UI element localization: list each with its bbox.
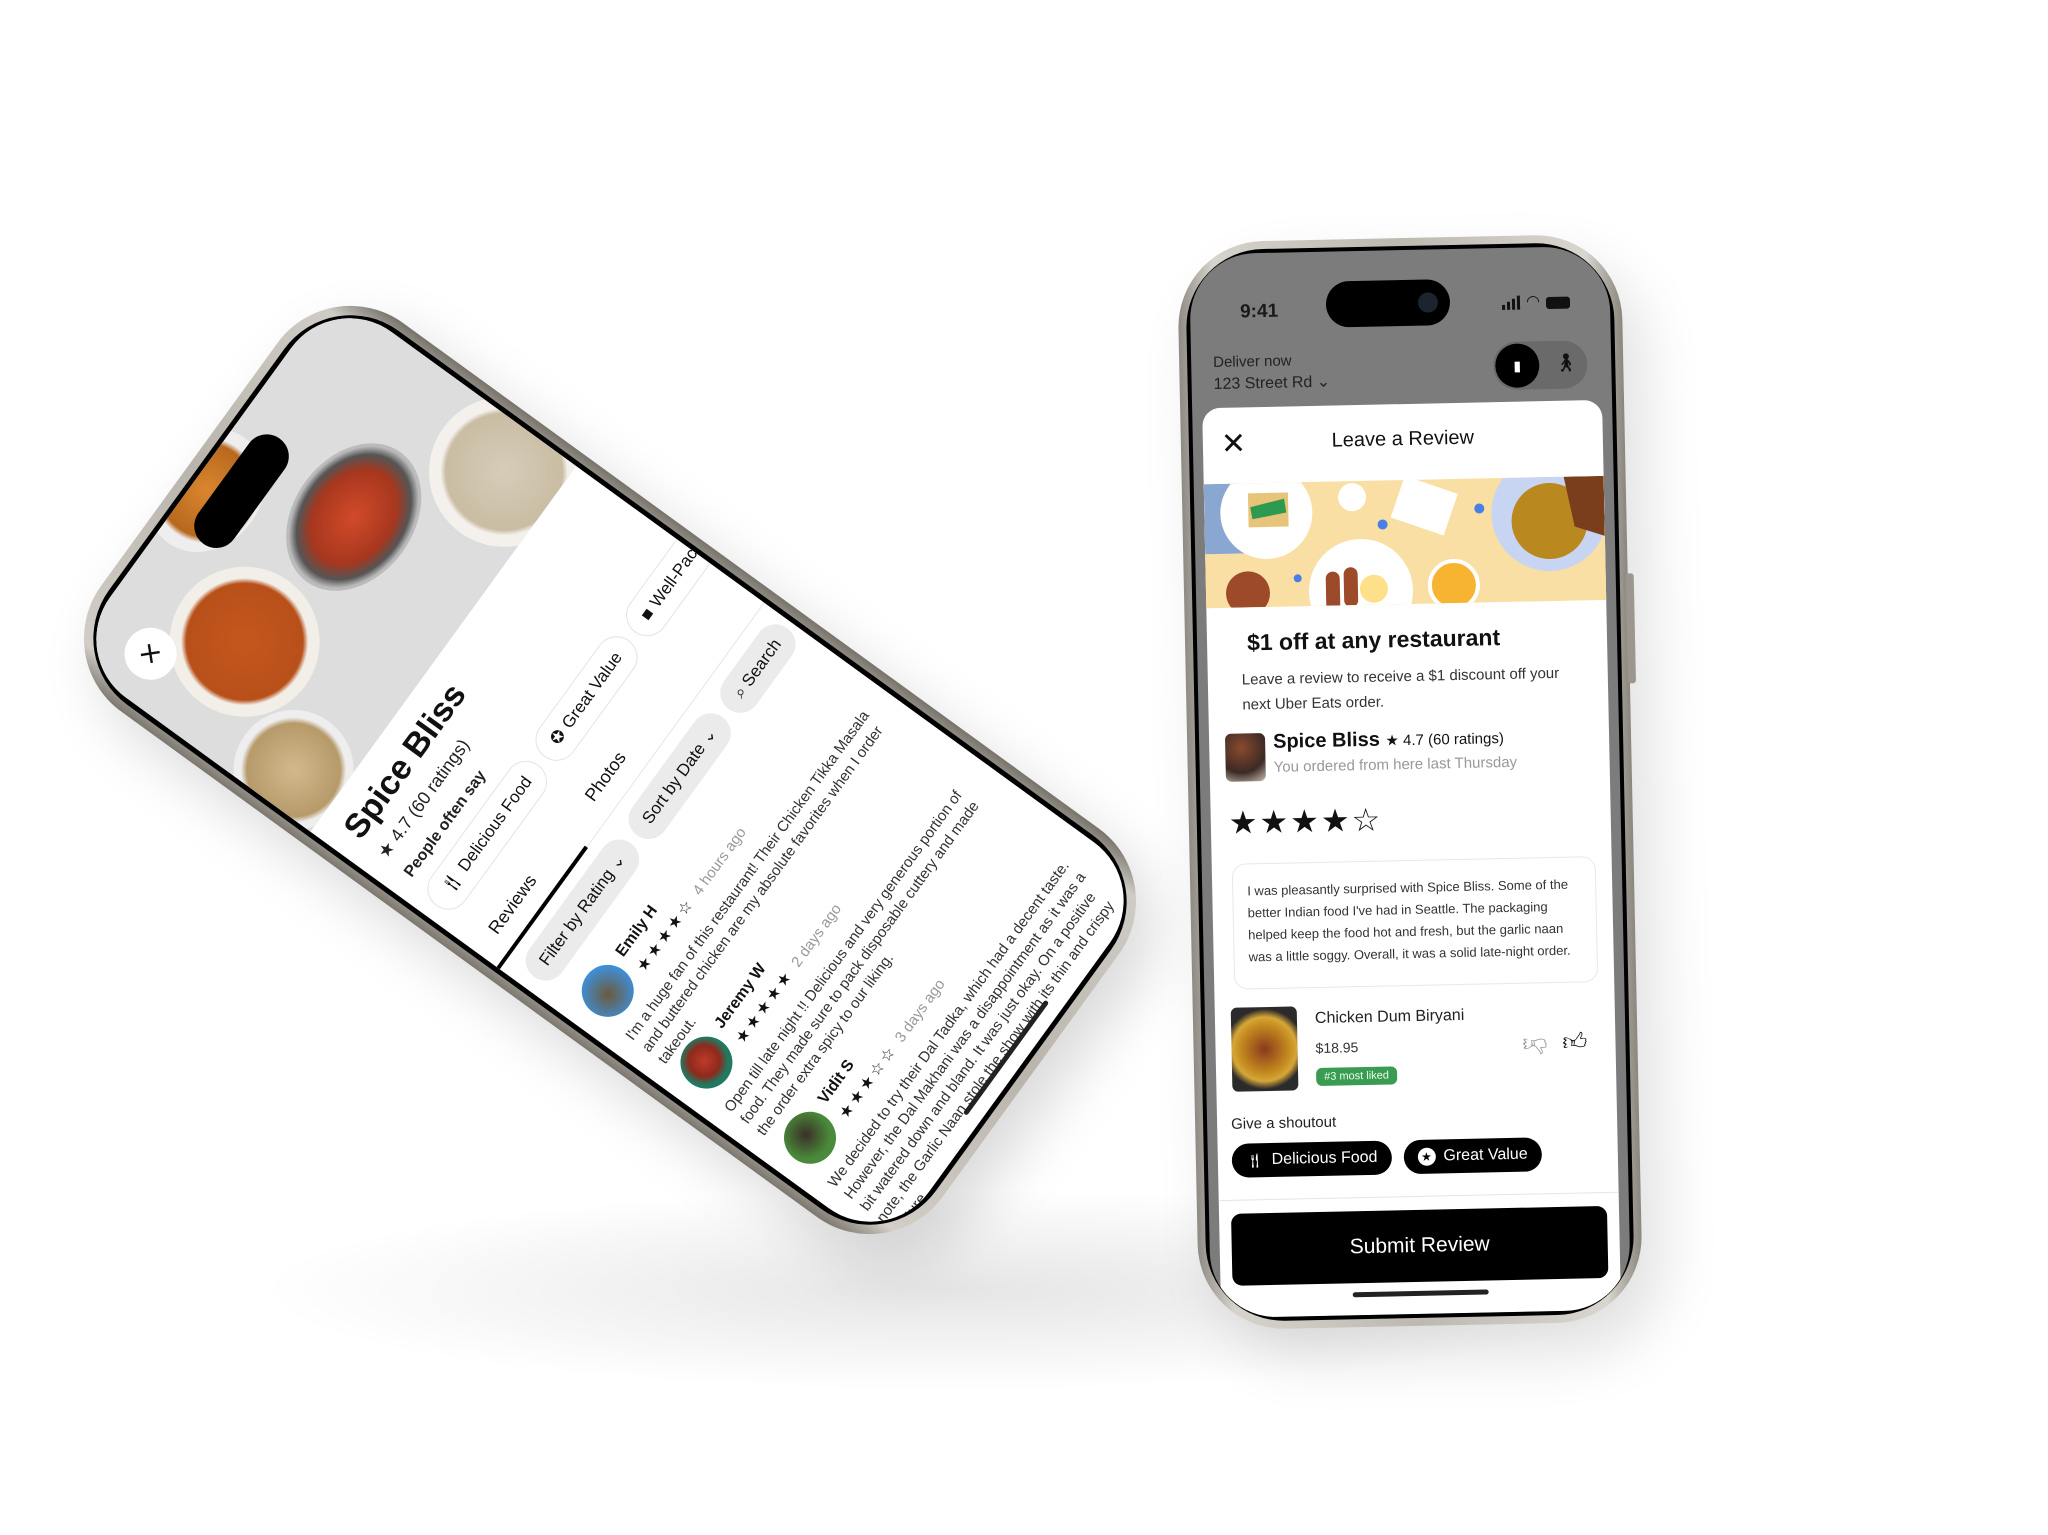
restaurant-name-line: Spice Bliss ★ 4.7 (60 ratings) [1272, 728, 1505, 753]
shoutout-great-value[interactable]: ★ Great Value [1403, 1137, 1542, 1175]
side-button [1625, 573, 1636, 684]
store-phone: × Spice Bliss ★ 4.7 (60 ratings) People … [48, 270, 1172, 1270]
star-badge-icon: ★ [1417, 1147, 1436, 1166]
star-badge-icon: ✪ [546, 725, 570, 749]
address-text: 123 Street Rd [1213, 373, 1313, 394]
dish-name: Chicken Dum Biryani [1314, 1006, 1465, 1028]
signal-icon [1502, 295, 1521, 310]
shoutout-label: Give a shoutout [1230, 1113, 1337, 1133]
sheet-title: Leave a Review [1331, 426, 1475, 452]
camera-icon [1417, 292, 1439, 313]
promo-title: $1 off at any restaurant [1246, 624, 1501, 656]
thumbs-up-icon[interactable]: 👍︎ [1562, 1028, 1588, 1057]
deliver-label: Deliver now [1212, 352, 1292, 372]
promo-text: Leave a review to receive a $1 discount … [1241, 664, 1560, 714]
fork-knife-icon: 🍴︎ [1245, 1151, 1264, 1169]
home-indicator [1352, 1289, 1489, 1298]
status-time: 9:41 [1239, 300, 1279, 323]
review-textarea[interactable]: I was pleasantly surprised with Spice Bl… [1231, 856, 1599, 990]
shoutout-chips: 🍴︎ Delicious Food ★ Great Value [1231, 1137, 1542, 1178]
delivery-pickup-toggle[interactable]: ▮ 🚶︎ [1492, 340, 1588, 391]
tab-photos[interactable]: Photos [581, 748, 631, 806]
chevron-down-icon: ⌄ [1316, 373, 1331, 391]
pickup-walk-icon[interactable]: 🚶︎ [1554, 352, 1577, 373]
phone-frame: × Spice Bliss ★ 4.7 (60 ratings) People … [48, 270, 1172, 1270]
status-icons: ◠ [1502, 293, 1571, 311]
dish-price: $18.95 [1315, 1039, 1359, 1057]
bag-icon: ■ [636, 604, 658, 624]
divider [1218, 1191, 1619, 1202]
thumbs-down-icon[interactable]: 👍︎ [1522, 1029, 1548, 1058]
close-icon: × [128, 634, 172, 673]
dish-feedback-row: Chicken Dum Biryani $18.95 #3 most liked… [1230, 1000, 1601, 1100]
most-liked-badge: #3 most liked [1315, 1066, 1398, 1087]
promo-illustration [1203, 475, 1607, 609]
review-screen: 9:41 ◠ Deliver now 123 Street Rd ⌄ ▮ 🚶︎ … [1188, 245, 1632, 1319]
dynamic-island [1325, 279, 1451, 328]
sheet-header: ✕ Leave a Review [1203, 418, 1604, 466]
restaurant-summary: Spice Bliss ★ 4.7 (60 ratings) You order… [1224, 724, 1600, 792]
fork-knife-icon: 🍴︎ [437, 868, 467, 898]
order-history-note: You ordered from here last Thursday [1273, 753, 1518, 776]
star-rating-input[interactable]: ★★★★☆ [1228, 801, 1382, 842]
restaurant-thumbnail [1224, 733, 1266, 782]
tab-reviews[interactable]: Reviews [484, 871, 541, 938]
status-bar: 9:41 ◠ [1189, 246, 1611, 345]
store-screen: × Spice Bliss ★ 4.7 (60 ratings) People … [67, 289, 1153, 1251]
breakfast-illustration [1203, 475, 1607, 609]
review-sheet: ✕ Leave a Review $1 off at any restauran… [1202, 399, 1622, 1319]
battery-icon [1545, 296, 1571, 310]
wifi-icon: ◠ [1525, 293, 1541, 311]
review-phone: 9:41 ◠ Deliver now 123 Street Rd ⌄ ▮ 🚶︎ … [1176, 233, 1644, 1331]
dish-image [1230, 1006, 1299, 1092]
review-item: Emily H ★★★★☆4 hours ago I'm a huge fan … [571, 660, 887, 1067]
shoutout-delicious-food[interactable]: 🍴︎ Delicious Food [1231, 1140, 1392, 1178]
hero-food-photo [67, 289, 577, 832]
restaurant-rating: ★ 4.7 (60 ratings) [1385, 730, 1505, 750]
submit-review-button[interactable]: Submit Review [1231, 1205, 1609, 1286]
delivery-icon[interactable]: ▮ [1494, 343, 1540, 389]
delivery-address-selector[interactable]: Deliver now 123 Street Rd ⌄ [1213, 350, 1330, 396]
